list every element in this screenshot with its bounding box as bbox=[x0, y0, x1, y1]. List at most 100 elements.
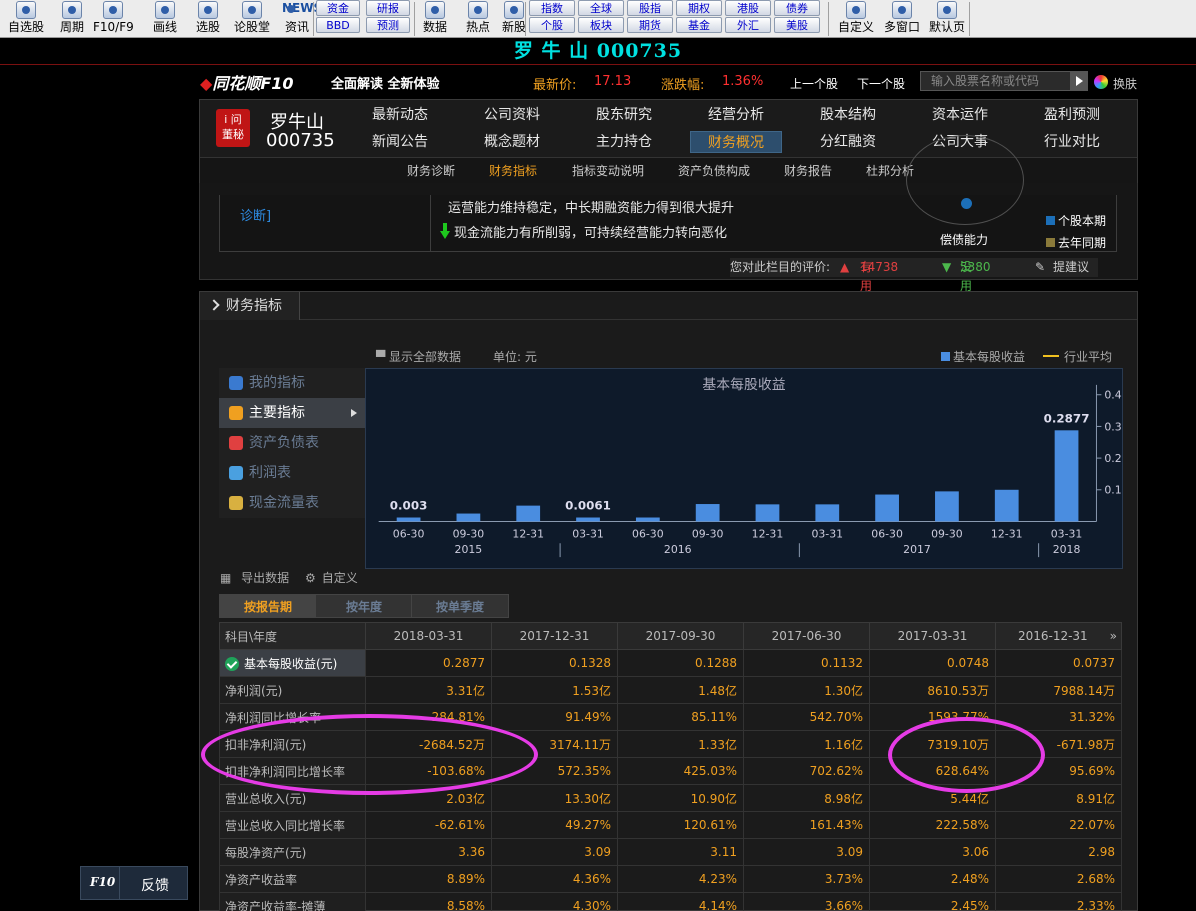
toolbar-f10-button[interactable]: F10/F9 bbox=[93, 0, 134, 38]
table-cell: 3.66% bbox=[743, 892, 870, 911]
tab-0-5[interactable]: 资本运作 bbox=[914, 104, 1006, 126]
year-label: 2018 bbox=[1053, 543, 1081, 556]
column-header[interactable]: 2017-09-30 bbox=[617, 622, 744, 650]
stock-search-input[interactable]: 输入股票名称或代码 bbox=[920, 71, 1088, 91]
show-all-data-toggle[interactable]: ▀ 显示全部数据 bbox=[376, 348, 461, 365]
row-label[interactable]: 净资产收益率-摊薄 bbox=[219, 892, 366, 911]
tab-by-report-period[interactable]: 按报告期 bbox=[219, 594, 317, 618]
row-label[interactable]: 净利润同比增长率 bbox=[219, 703, 366, 731]
toolbar-pe-button[interactable]: 数据 bbox=[415, 0, 455, 38]
toolbar-lun-button[interactable]: 论股堂 bbox=[230, 0, 274, 38]
tab-1-3[interactable]: 财务概况 bbox=[690, 131, 782, 153]
tab-by-quarter[interactable]: 按单季度 bbox=[411, 594, 509, 618]
market-button-3[interactable]: 期权 bbox=[676, 0, 722, 16]
table-cell: 3.09 bbox=[743, 838, 870, 866]
row-label[interactable]: 净资产收益率 bbox=[219, 865, 366, 893]
toolbar-forecast-button[interactable]: 预测 bbox=[366, 17, 410, 33]
tab-0-0[interactable]: 最新动态 bbox=[354, 104, 446, 126]
row-label[interactable]: 扣非净利润(元) bbox=[219, 730, 366, 758]
diagnosis-link[interactable]: 诊断] bbox=[240, 205, 271, 224]
next-stock-link[interactable]: 下一个股 bbox=[857, 75, 905, 92]
column-header[interactable]: 2017-06-30 bbox=[743, 622, 870, 650]
toolbar-home-button[interactable]: 默认页 bbox=[925, 0, 969, 38]
market-button-7[interactable]: 板块 bbox=[578, 17, 624, 33]
pencil-icon[interactable]: ✎ bbox=[1035, 258, 1045, 277]
subtab-3[interactable]: 资产负债构成 bbox=[678, 162, 750, 179]
subtab-2[interactable]: 指标变动说明 bbox=[572, 162, 644, 179]
ask-secretary-icon[interactable]: i 问 董秘 bbox=[216, 109, 250, 147]
row-label[interactable]: 基本每股收益(元) bbox=[219, 649, 366, 677]
export-data-button[interactable]: ▦ 导出数据 bbox=[220, 571, 295, 585]
tab-1-2[interactable]: 主力持仓 bbox=[578, 131, 670, 153]
market-button-1[interactable]: 全球 bbox=[578, 0, 624, 16]
tab-1-0[interactable]: 新闻公告 bbox=[354, 131, 446, 153]
column-header[interactable]: 2018-03-31 bbox=[365, 622, 492, 650]
menu-main-indicators[interactable]: 主要指标 bbox=[219, 398, 365, 428]
row-label[interactable]: 每股净资产(元) bbox=[219, 838, 366, 866]
customize-button[interactable]: ⚙ 自定义 bbox=[305, 571, 364, 585]
skin-change-button[interactable]: 换肤 bbox=[1113, 75, 1137, 92]
tab-0-4[interactable]: 股本结构 bbox=[802, 104, 894, 126]
toolbar-bbd-button[interactable]: BBD bbox=[316, 17, 360, 33]
market-button-5[interactable]: 债券 bbox=[774, 0, 820, 16]
column-header[interactable]: 2017-03-31 bbox=[869, 622, 996, 650]
market-button-2[interactable]: 股指 bbox=[627, 0, 673, 16]
menu-cash-flow[interactable]: 现金流量表 bbox=[219, 488, 365, 518]
tab-0-1[interactable]: 公司资料 bbox=[466, 104, 558, 126]
subtab-1[interactable]: 财务指标 bbox=[489, 162, 537, 179]
subtab-0[interactable]: 财务诊断 bbox=[407, 162, 455, 179]
menu-income-statement[interactable]: 利润表 bbox=[219, 458, 365, 488]
panel-title[interactable]: 财务指标 bbox=[200, 292, 300, 320]
thumbs-up-icon[interactable]: ▲ bbox=[840, 258, 849, 277]
table-cell: 572.35% bbox=[491, 757, 618, 785]
toolbar-research-button[interactable]: 研报 bbox=[366, 0, 410, 16]
tab-1-6[interactable]: 行业对比 bbox=[1026, 131, 1118, 153]
table-corner: 科目\年度 bbox=[219, 622, 366, 650]
suggest-button[interactable]: 提建议 bbox=[1053, 258, 1089, 277]
menu-balance-sheet[interactable]: 资产负债表 bbox=[219, 428, 365, 458]
market-button-8[interactable]: 期货 bbox=[627, 17, 673, 33]
market-button-6[interactable]: 个股 bbox=[529, 17, 575, 33]
skin-icon[interactable] bbox=[1094, 75, 1108, 89]
market-button-10[interactable]: 外汇 bbox=[725, 17, 771, 33]
home-icon bbox=[937, 1, 957, 19]
toolbar-custom-button[interactable]: 自定义 bbox=[834, 0, 878, 38]
market-button-0[interactable]: 指数 bbox=[529, 0, 575, 16]
table-tools: ▦ 导出数据 ⚙ 自定义 bbox=[220, 569, 370, 586]
column-header[interactable]: 2017-12-31 bbox=[491, 622, 618, 650]
row-label[interactable]: 净利润(元) bbox=[219, 676, 366, 704]
search-go-button[interactable] bbox=[1070, 72, 1087, 90]
bar-value-label: 0.0061 bbox=[565, 499, 611, 513]
table-cell: 2.45% bbox=[869, 892, 996, 911]
toolbar-multi-window-button[interactable]: 多窗口 bbox=[880, 0, 924, 38]
tab-1-4[interactable]: 分红融资 bbox=[802, 131, 894, 153]
tab-by-year[interactable]: 按年度 bbox=[315, 594, 413, 618]
toolbar-clock-button[interactable]: 周期 bbox=[50, 0, 94, 38]
market-button-4[interactable]: 港股 bbox=[725, 0, 771, 16]
toolbar-screen-button[interactable]: 选股 bbox=[186, 0, 230, 38]
column-header[interactable]: 2016-12-31» bbox=[995, 622, 1122, 650]
toolbar-star-button[interactable]: 自选股 bbox=[4, 0, 48, 38]
toolbar-fund-button[interactable]: 资金 bbox=[316, 0, 360, 16]
tab-0-6[interactable]: 盈利预测 bbox=[1026, 104, 1118, 126]
y-tick-label: 0.4 bbox=[1104, 389, 1121, 402]
tab-1-1[interactable]: 概念题材 bbox=[466, 131, 558, 153]
market-button-11[interactable]: 美股 bbox=[774, 17, 820, 33]
table-cell: 8610.53万 bbox=[869, 676, 996, 704]
row-label[interactable]: 营业总收入(元) bbox=[219, 784, 366, 812]
income-statement-icon bbox=[229, 466, 243, 480]
tab-0-2[interactable]: 股东研究 bbox=[578, 104, 670, 126]
double-chevron-right-icon[interactable]: » bbox=[1110, 629, 1117, 643]
thumbs-down-icon[interactable]: ▼ bbox=[942, 258, 951, 277]
toolbar-new-stock-button[interactable]: 新股 bbox=[494, 0, 534, 38]
row-label[interactable]: 扣非净利润同比增长率 bbox=[219, 757, 366, 785]
subtab-4[interactable]: 财务报告 bbox=[784, 162, 832, 179]
prev-stock-link[interactable]: 上一个股 bbox=[790, 75, 838, 92]
feedback-button[interactable]: F10 反馈 bbox=[80, 866, 188, 900]
row-label[interactable]: 营业总收入同比增长率 bbox=[219, 811, 366, 839]
menu-my-indicators[interactable]: 我的指标 bbox=[219, 368, 365, 398]
market-button-9[interactable]: 基金 bbox=[676, 17, 722, 33]
tab-0-3[interactable]: 经营分析 bbox=[690, 104, 782, 126]
toolbar-pen-button[interactable]: 画线 bbox=[143, 0, 187, 38]
toolbar-hot-button[interactable]: 热点 bbox=[458, 0, 498, 38]
